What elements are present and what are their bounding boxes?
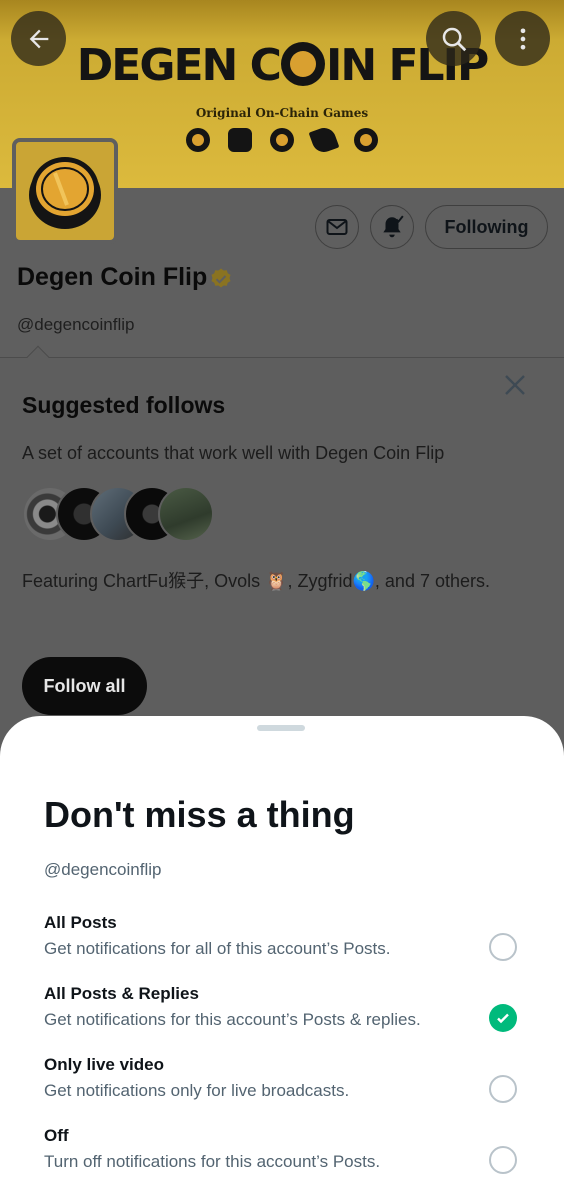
option-label: Off [44, 1126, 69, 1145]
suggested-follows-description: A set of accounts that work well with De… [22, 443, 445, 463]
more-options-button[interactable] [495, 11, 550, 66]
bell-check-icon [383, 215, 404, 238]
notifications-button[interactable] [370, 205, 414, 249]
close-icon[interactable] [500, 370, 530, 400]
divider [0, 357, 564, 358]
banner-subtitle: Original On-Chain Games [195, 106, 369, 120]
notification-settings-sheet: Don't miss a thing @degencoinflip All Po… [0, 716, 564, 1199]
following-button[interactable]: Following [425, 205, 548, 249]
rocket-icon [308, 124, 340, 156]
back-button[interactable] [11, 11, 66, 66]
option-only-live-video[interactable]: Only live video Get notifications only f… [0, 1055, 564, 1121]
mail-icon [326, 219, 348, 235]
sheet-title: Don't miss a thing [44, 794, 355, 835]
search-button[interactable] [426, 11, 481, 66]
option-description: Get notifications for all of this accoun… [44, 939, 391, 958]
radio-button[interactable] [489, 1075, 517, 1103]
message-button[interactable] [315, 205, 359, 249]
option-off[interactable]: Off Turn off notifications for this acco… [0, 1126, 564, 1192]
avatar[interactable] [12, 138, 118, 244]
option-all-posts-replies[interactable]: All Posts & Replies Get notifications fo… [0, 984, 564, 1050]
suggested-follows-title: Suggested follows [22, 392, 226, 418]
radio-button[interactable] [489, 933, 517, 961]
option-all-posts[interactable]: All Posts Get notifications for all of t… [0, 913, 564, 979]
suggested-featuring-text: Featuring ChartFu猴子, Ovols 🦉, Zygfrid🌎, … [22, 571, 490, 591]
check-icon [497, 1013, 509, 1024]
cat-icon [228, 128, 252, 152]
more-vertical-icon [520, 28, 525, 49]
sheet-grabber[interactable] [257, 725, 305, 731]
profile-name: Degen Coin Flip [17, 263, 208, 291]
pagoda-icon [354, 128, 378, 152]
coin-icon [186, 128, 210, 152]
option-label: All Posts [44, 913, 117, 932]
profile-handle: @degencoinflip [17, 315, 135, 334]
bird-icon [270, 128, 294, 152]
radio-button-selected[interactable] [489, 1004, 517, 1032]
option-label: Only live video [44, 1055, 164, 1074]
follow-all-button[interactable]: Follow all [22, 657, 147, 715]
option-description: Get notifications only for live broadcas… [44, 1081, 350, 1100]
coin-logo-icon [280, 42, 325, 86]
verified-badge-icon [211, 268, 231, 288]
option-label: All Posts & Replies [44, 984, 199, 1003]
option-description: Get notifications for this account’s Pos… [44, 1010, 421, 1029]
avatar [158, 486, 214, 542]
arrow-left-icon [29, 29, 48, 48]
suggested-avatars[interactable] [22, 486, 222, 542]
radio-button[interactable] [489, 1146, 517, 1174]
coin-avatar-icon [29, 157, 101, 229]
sheet-handle: @degencoinflip [44, 860, 162, 879]
search-icon [442, 27, 466, 51]
option-description: Turn off notifications for this account’… [44, 1152, 381, 1171]
